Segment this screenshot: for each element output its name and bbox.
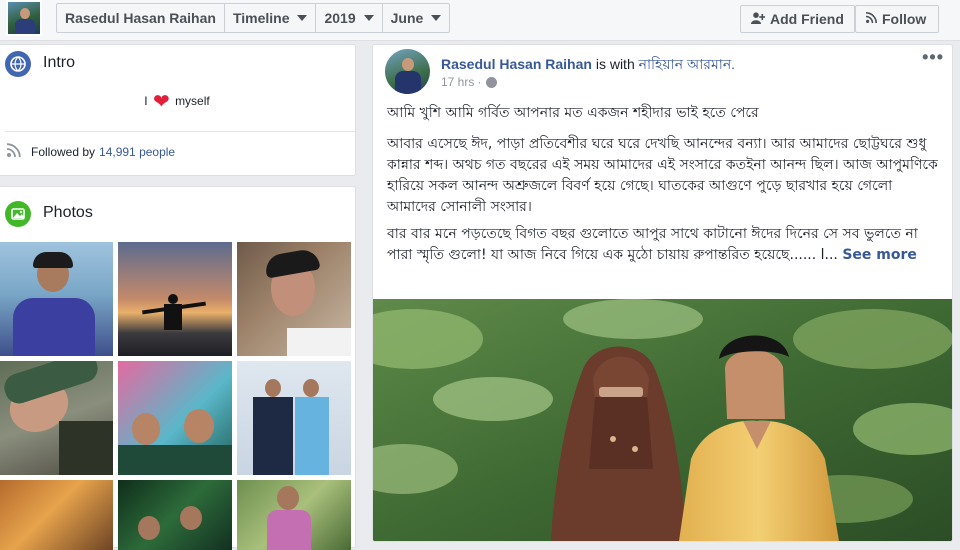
chevron-down-icon (297, 15, 308, 21)
rss-icon (6, 143, 21, 160)
photos-title: Photos (43, 204, 93, 221)
photo-thumbnail[interactable] (0, 242, 113, 356)
see-more-link[interactable]: See more (842, 247, 917, 263)
post-author-link[interactable]: Rasedul Hasan Raihan (441, 56, 592, 72)
followers-count-link[interactable]: 14,991 people (99, 145, 175, 159)
month-label: June (390, 10, 424, 26)
chevron-down-icon (431, 15, 442, 21)
intro-card: Intro I ❤ myself Followed by 14,991 peop… (0, 44, 356, 176)
add-friend-label: Add Friend (770, 11, 844, 27)
add-friend-icon (751, 11, 766, 27)
profile-avatar-thumbnail[interactable] (6, 0, 42, 36)
intro-bio: I ❤ myself (0, 89, 355, 114)
photo-thumbnail[interactable] (118, 242, 232, 356)
post-photo[interactable] (373, 299, 952, 541)
follow-label: Follow (882, 11, 927, 27)
post-with-text: is with (595, 56, 635, 72)
heart-icon: ❤ (152, 91, 170, 113)
bio-suffix: myself (175, 94, 210, 108)
photo-thumbnail[interactable] (237, 242, 351, 356)
rss-icon (865, 12, 877, 26)
post-header: Rasedul Hasan Raihan is with নাহিয়ান আর… (441, 53, 735, 77)
post-paragraph: আমি খুশি আমি গর্বিত আপনার মত একজন শহীদার… (387, 105, 759, 121)
post-meta: 17 hrs · (441, 75, 498, 89)
timeline-dropdown[interactable]: Timeline (225, 4, 317, 32)
bio-prefix: I (144, 94, 148, 108)
profile-top-bar: Rasedul Hasan Raihan Timeline 2019 June … (0, 0, 960, 41)
post-timestamp[interactable]: 17 hrs (441, 75, 474, 89)
photo-thumbnail[interactable] (118, 361, 232, 475)
photo-thumbnail[interactable] (0, 361, 113, 475)
timeline-label: Timeline (232, 10, 290, 26)
photos-card: Photos (0, 186, 356, 550)
globe-icon (5, 51, 31, 77)
photos-icon (5, 201, 31, 227)
post-paragraph-text: বার বার মনে পড়তেছে বিগত বছর গুলোতে আপুর… (387, 226, 918, 263)
year-label: 2019 (324, 10, 356, 26)
intro-divider (5, 131, 355, 132)
chevron-down-icon (363, 15, 374, 21)
profile-name-link[interactable]: Rasedul Hasan Raihan (57, 4, 225, 32)
tagged-user-link[interactable]: নাহিয়ান আরমান. (639, 56, 735, 72)
followed-by-label: Followed by (31, 144, 96, 159)
timeline-post: Rasedul Hasan Raihan is with নাহিয়ান আর… (372, 44, 953, 542)
followers-row: Followed by 14,991 people (6, 143, 175, 160)
profile-name-label: Rasedul Hasan Raihan (65, 10, 216, 26)
follow-button[interactable]: Follow (855, 5, 939, 33)
post-paragraph: বার বার মনে পড়তেছে বিগত বছর গুলোতে আপুর… (387, 224, 942, 266)
more-options-icon[interactable]: ••• (922, 47, 944, 68)
timeline-nav: Rasedul Hasan Raihan Timeline 2019 June (56, 3, 451, 33)
month-dropdown[interactable]: June (383, 4, 450, 32)
intro-title: Intro (43, 54, 76, 71)
post-paragraph: আবার এসেছে ঈদ, পাড়া প্রতিবেশীর ঘরে ঘরে … (387, 136, 938, 215)
globe-icon (486, 76, 498, 88)
add-friend-button[interactable]: Add Friend (740, 5, 855, 33)
photo-thumbnail[interactable] (237, 361, 351, 475)
year-dropdown[interactable]: 2019 (316, 4, 383, 32)
post-author-avatar[interactable] (385, 49, 430, 94)
